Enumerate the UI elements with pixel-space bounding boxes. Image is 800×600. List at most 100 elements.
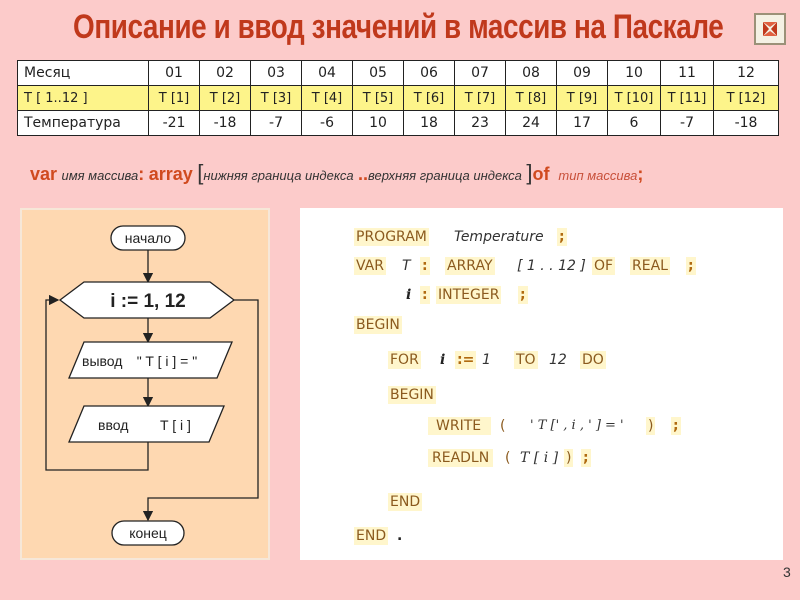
code-colon: :	[420, 257, 430, 275]
code-program-name: Temperature	[454, 229, 544, 245]
code-paren-open: (	[505, 450, 511, 466]
close-button[interactable]	[754, 13, 786, 45]
code-semicolon: ;	[518, 286, 528, 304]
code-keyword-to: TO	[514, 351, 538, 369]
input-value: T [ i ]	[160, 417, 191, 433]
code-keyword-array: ARRAY	[445, 257, 495, 275]
table-row-index: T [ 1..12 ] T [1] T [2] T [3] T [4] T [5…	[17, 85, 779, 111]
table-cell: T [3]	[250, 85, 302, 111]
code-keyword-write: WRITE	[428, 417, 492, 435]
table-cell: T [8]	[505, 85, 557, 111]
table-cell: 04	[301, 60, 353, 86]
table-cell: T [12]	[713, 85, 779, 111]
syntax-lower-bound: нижняя граница индекса	[203, 168, 354, 183]
code-semicolon: ;	[686, 257, 696, 275]
table-cell: T [7]	[454, 85, 506, 111]
table-cell: 23	[454, 110, 506, 136]
table-cell: T [1]	[148, 85, 200, 111]
code-keyword-for: FOR	[388, 351, 421, 369]
table-row-temperature: Температура -21 -18 -7 -6 10 18 23 24 17…	[17, 110, 779, 136]
code-keyword-real: REAL	[630, 257, 670, 275]
table-cell: 09	[556, 60, 608, 86]
table-cell: T [4]	[301, 85, 353, 111]
loop-back-arrow	[45, 294, 149, 471]
table-cell: T [9]	[556, 85, 608, 111]
table-cell: 24	[505, 110, 557, 136]
code-write-args: ' T [' , i , ' ] = '	[530, 418, 624, 433]
table-cell: 18	[403, 110, 455, 136]
table-cell: 6	[607, 110, 661, 136]
row-label: T [ 1..12 ]	[17, 85, 149, 111]
table-cell: 01	[148, 60, 200, 86]
array-syntax-line: var имя массива: array [нижняя граница и…	[30, 160, 643, 186]
table-cell: 17	[556, 110, 608, 136]
code-var-t: T	[402, 258, 411, 274]
flowchart-panel: начало i := 1, 12 вывод " T [ i ] = " вв…	[20, 208, 270, 560]
code-keyword-begin: BEGIN	[354, 316, 402, 334]
code-range: [ 1 . . 12 ]	[517, 258, 586, 274]
table-cell: -18	[199, 110, 251, 136]
syntax-colon: :	[138, 164, 145, 184]
code-semicolon: ;	[557, 228, 567, 246]
table-cell: T [6]	[403, 85, 455, 111]
table-cell: 08	[505, 60, 557, 86]
code-readln-arg: T [ i ]	[520, 450, 559, 466]
table-cell: -18	[713, 110, 779, 136]
temperature-table: Месяц 01 02 03 04 05 06 07 08 09 10 11 1…	[17, 60, 779, 136]
output-value: " T [ i ] = "	[137, 353, 197, 369]
table-cell: -6	[301, 110, 353, 136]
syntax-var-keyword: var	[30, 164, 58, 184]
code-var-i: i	[440, 352, 446, 368]
code-keyword-end-final: END	[354, 527, 389, 545]
code-paren-close: )	[564, 449, 574, 467]
start-label: начало	[125, 230, 172, 246]
syntax-of-keyword: of	[532, 164, 550, 184]
table-cell: 11	[660, 60, 714, 86]
code-end-value: 12	[549, 352, 567, 368]
code-panel: PROGRAM Temperature ; VAR T : ARRAY [ 1 …	[300, 208, 783, 560]
syntax-upper-bound: верхняя граница индекса	[368, 168, 522, 183]
code-keyword-program: PROGRAM	[354, 228, 429, 246]
code-semicolon: ;	[671, 417, 681, 435]
table-cell: 07	[454, 60, 506, 86]
table-cell: 03	[250, 60, 302, 86]
table-row-month: Месяц 01 02 03 04 05 06 07 08 09 10 11 1…	[17, 60, 779, 86]
table-cell: T [11]	[660, 85, 714, 111]
code-paren-open: (	[500, 418, 506, 434]
code-keyword-var: VAR	[354, 257, 386, 275]
row-label: Месяц	[17, 60, 149, 86]
table-cell: T [2]	[199, 85, 251, 111]
code-keyword-readln: READLN	[428, 449, 494, 467]
table-cell: 02	[199, 60, 251, 86]
syntax-array-keyword: array	[148, 164, 193, 184]
syntax-range-dots: ..	[358, 164, 369, 184]
table-cell: T [10]	[607, 85, 661, 111]
code-keyword-of: OF	[592, 257, 616, 275]
table-cell: 05	[352, 60, 404, 86]
syntax-semicolon: ;	[637, 164, 644, 184]
table-cell: -7	[250, 110, 302, 136]
slide-title: Описание и ввод значений в массив на Пас…	[73, 8, 724, 46]
code-keyword-begin: BEGIN	[388, 386, 436, 404]
table-cell: -7	[660, 110, 714, 136]
table-cell: 10	[607, 60, 661, 86]
code-keyword-do: DO	[580, 351, 606, 369]
close-x-icon	[763, 22, 777, 36]
code-period: .	[397, 528, 403, 544]
flowchart: начало i := 1, 12 вывод " T [ i ] = " вв…	[45, 225, 259, 546]
code-assign: :=	[455, 351, 477, 369]
code-colon: :	[420, 286, 430, 304]
code-paren-close: )	[646, 417, 656, 435]
output-label: вывод	[82, 353, 122, 369]
table-cell: 12	[713, 60, 779, 86]
table-cell: T [5]	[352, 85, 404, 111]
row-label: Температура	[17, 110, 149, 136]
end-label: конец	[129, 525, 167, 541]
code-start-value: 1	[482, 352, 491, 368]
code-semicolon: ;	[581, 449, 591, 467]
code-var-i: i	[406, 287, 412, 303]
page-number: 3	[783, 564, 791, 580]
input-label: ввод	[98, 417, 128, 433]
code-keyword-integer: INTEGER	[436, 286, 502, 304]
syntax-array-name: имя массива	[61, 168, 139, 183]
